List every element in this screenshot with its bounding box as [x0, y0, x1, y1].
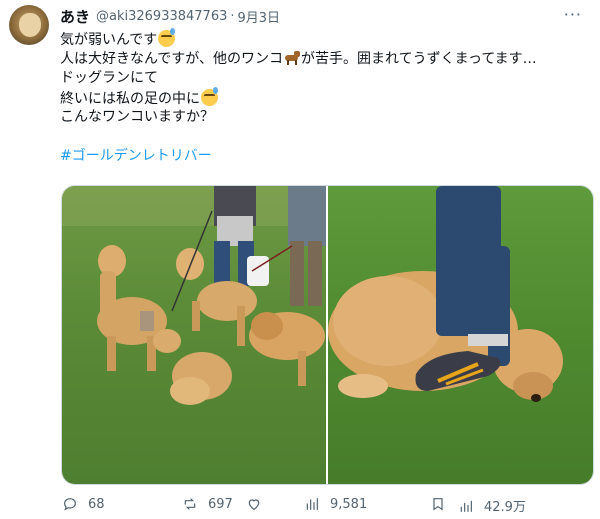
more-options-icon[interactable]: ··· — [564, 5, 582, 24]
heart-icon — [248, 499, 260, 511]
sleepy-face-emoji-icon — [201, 86, 218, 106]
tweet-line-2: 人は大好きなんですが、他のワンコ が苦手。囲まれてうずくまってます… — [60, 50, 537, 67]
separator-dot: · — [230, 8, 235, 24]
reply-button[interactable]: 68 — [62, 496, 105, 512]
repost-button[interactable]: 697 — [182, 496, 233, 512]
repost-count: 697 — [208, 496, 233, 512]
tweet-line-4: 終いには私の足の中に — [60, 86, 590, 109]
like-button[interactable] — [246, 496, 272, 512]
sweat-smile-emoji-icon — [158, 28, 176, 47]
share-stats-button[interactable]: 42.9万 — [458, 496, 526, 515]
media-grid — [61, 185, 594, 485]
tweet-header: あき @aki326933847763 · 9月3日 — [60, 6, 280, 26]
tweet: あき @aki326933847763 · 9月3日 ··· 気が弱いんです 人… — [0, 0, 600, 519]
dogs-photo-illustration — [62, 186, 326, 405]
avatar[interactable] — [9, 5, 49, 45]
dog-curled-at-feet-photo[interactable] — [328, 186, 593, 484]
user-handle[interactable]: @aki326933847763 — [96, 9, 227, 24]
views-count: 9,581 — [330, 496, 368, 512]
avatar-dog-face — [19, 13, 41, 37]
views-icon — [306, 498, 318, 510]
action-bar: 68 697 9,581 42.9万 — [60, 496, 592, 518]
views-bar-icon — [460, 500, 472, 512]
tweet-text: 気が弱いんです 人は大好きなんですが、他のワンコ が苦手。囲まれてうずくまってます… — [60, 28, 590, 167]
tweet-date[interactable]: 9月3日 — [238, 7, 281, 26]
reply-count: 68 — [88, 496, 105, 512]
dogs-surrounding-photo[interactable] — [62, 186, 326, 484]
share-count: 42.9万 — [484, 500, 526, 515]
tweet-line-5: こんなワンコいますか？ — [60, 109, 214, 125]
tweet-line-1: 気が弱いんです — [60, 28, 590, 50]
dog-emoji-icon — [283, 50, 301, 65]
reply-icon — [64, 498, 76, 511]
views-button[interactable]: 9,581 — [304, 496, 367, 512]
bookmark-button[interactable] — [430, 496, 456, 512]
curled-dog-illustration — [328, 186, 563, 402]
repost-icon — [184, 498, 196, 510]
bookmark-icon — [433, 498, 443, 511]
tweet-line-hashtag: #ゴールデンレトリバー — [60, 147, 590, 167]
hashtag-link[interactable]: #ゴールデンレトリバー — [60, 148, 212, 164]
tweet-line-3: ドッグランにて — [60, 70, 158, 86]
display-name[interactable]: あき — [60, 6, 90, 27]
